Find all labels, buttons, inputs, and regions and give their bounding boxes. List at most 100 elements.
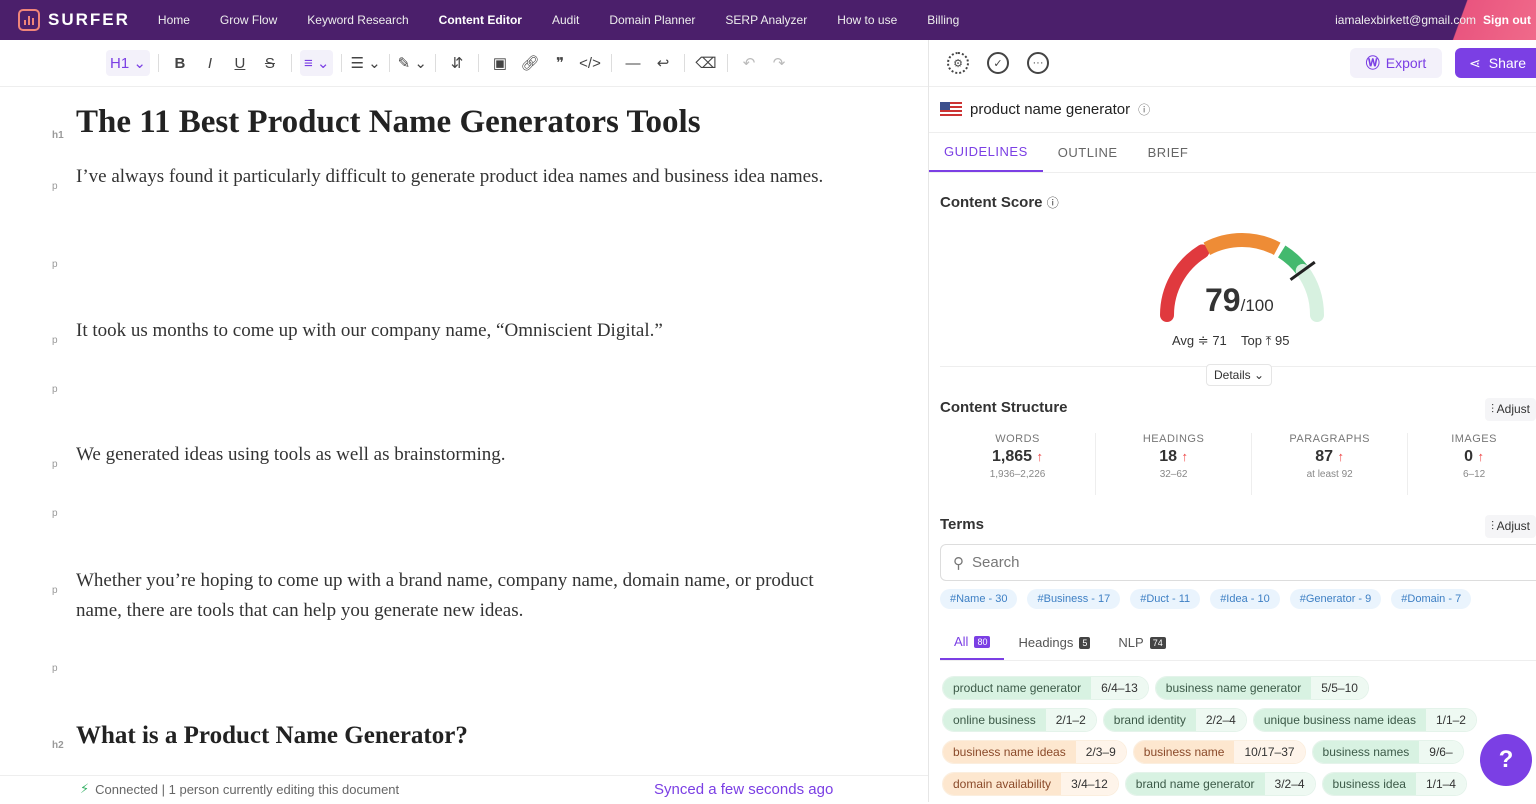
guidelines-panel: ⚙ ✓ ··· ⓌExport ⋖Share product name gene… [929,40,1536,802]
terms-tab-headings[interactable]: Headings5 [1004,625,1104,660]
topic-chip[interactable]: #Business - 17 [1027,589,1120,609]
term-chip[interactable]: unique business name ideas1/1–2 [1253,708,1477,732]
document-editor[interactable]: h1The 11 Best Product Name Generators To… [0,87,928,775]
tab-guidelines[interactable]: GUIDELINES [929,133,1043,172]
more-icon[interactable]: ··· [1027,52,1049,74]
image-icon: ▣ [493,54,507,72]
term-chip[interactable]: business names9/6– [1312,740,1464,764]
details-button[interactable]: Details ⌄ [1206,364,1272,386]
paragraph[interactable]: pWe generated ideas using tools as well … [76,440,836,470]
user-email: iamalexbirkett@gmail.com [1335,13,1476,27]
line-height-button[interactable]: ⇵ [444,50,470,76]
paragraph[interactable]: pI’ve always found it particularly diffi… [76,162,836,192]
divider [158,54,159,72]
topic-chip[interactable]: #Idea - 10 [1210,589,1280,609]
terms-tab-nlp[interactable]: NLP74 [1104,625,1179,660]
term-name: product name generator [943,677,1091,699]
block-tag: h2 [52,731,64,761]
tab-label: Headings [1018,635,1073,650]
code-button[interactable]: </> [577,50,603,76]
paragraph[interactable]: pWhether you’re hoping to come up with a… [76,566,836,626]
topic-chip[interactable]: #Name - 30 [940,589,1017,609]
tab-brief[interactable]: BRIEF [1133,133,1204,172]
nav-domain-planner[interactable]: Domain Planner [609,13,695,27]
link-button[interactable]: 🔗︎ [517,50,543,76]
term-count: 3/2–4 [1265,773,1315,795]
term-chip[interactable]: product name generator6/4–13 [942,676,1149,700]
editor-toolbar: H1 ⌄ B I U S ≡ ⌄ ☰ ⌄ ✎ ⌄ ⇵ ▣ 🔗︎ ❞ </> — … [0,40,928,87]
italic-button[interactable]: I [197,50,223,76]
arrow-up-icon: ↑ [1478,449,1485,464]
count-badge: 80 [974,636,990,648]
block-text: What is a Product Name Generator? [76,722,468,749]
info-icon[interactable]: ⓘ [1138,101,1150,118]
term-chip[interactable]: domain availability3/4–12 [942,772,1119,796]
nav-serp-analyzer[interactable]: SERP Analyzer [725,13,807,27]
redo-button[interactable]: ↷ [766,50,792,76]
terms-tab-all[interactable]: All80 [940,625,1004,660]
lightning-icon: ⚡︎ [80,781,89,797]
paragraph[interactable]: pIt took us months to come up with our c… [76,316,836,346]
brand-name: SURFER [48,10,130,30]
heading-1[interactable]: h1The 11 Best Product Name Generators To… [76,107,836,137]
nav-content-editor[interactable]: Content Editor [439,13,522,27]
gauge-red [1167,251,1202,315]
topic-chip[interactable]: #Generator - 9 [1290,589,1382,609]
adjust-structure-button[interactable]: ⫶ Adjust [1485,398,1536,421]
term-chip[interactable]: business idea1/1–4 [1322,772,1467,796]
top-label: Top [1241,333,1262,348]
avg-label: Avg [1172,333,1194,348]
heading-label: H1 [110,55,129,72]
stat-range: 32–62 [1096,469,1251,480]
term-name: business name ideas [943,741,1076,763]
avg-icon: ≑ [1198,333,1209,348]
topic-chip[interactable]: #Domain - 7 [1391,589,1471,609]
image-button[interactable]: ▣ [487,50,513,76]
quote-button[interactable]: ❞ [547,50,573,76]
heading-select[interactable]: H1 ⌄ [106,50,150,76]
term-chip[interactable]: business name ideas2/3–9 [942,740,1127,764]
line-break-button[interactable]: ↩ [650,50,676,76]
tab-outline[interactable]: OUTLINE [1043,133,1133,172]
export-button[interactable]: ⓌExport [1350,48,1442,78]
horizontal-rule-button[interactable]: — [620,50,646,76]
share-button[interactable]: ⋖Share [1455,48,1536,78]
adjust-terms-button[interactable]: ⫶ Adjust [1485,515,1536,538]
stat-range: 6–12 [1408,469,1536,480]
us-flag-icon [940,102,962,117]
term-chip[interactable]: online business2/1–2 [942,708,1097,732]
nav-billing[interactable]: Billing [927,13,959,27]
code-icon: </> [579,55,601,72]
term-chip[interactable]: business name10/17–37 [1133,740,1306,764]
topic-chip[interactable]: #Duct - 11 [1130,589,1200,609]
nav-home[interactable]: Home [158,13,190,27]
underline-button[interactable]: U [227,50,253,76]
term-chip[interactable]: brand identity2/2–4 [1103,708,1247,732]
stat-value: 87 [1315,448,1333,465]
terms-search-input[interactable]: ⚲Search [940,544,1536,581]
nav-audit[interactable]: Audit [552,13,579,27]
term-chip[interactable]: brand name generator3/2–4 [1125,772,1316,796]
undo-button[interactable]: ↶ [736,50,762,76]
undo-icon: ↶ [743,54,756,72]
info-icon[interactable]: ⓘ [1047,196,1059,210]
bold-button[interactable]: B [167,50,193,76]
stat-label: WORDS [940,433,1095,445]
settings-icon[interactable]: ⚙ [947,52,969,74]
surfer-logo[interactable]: SURFER [18,9,130,31]
term-count: 1/1–2 [1426,709,1476,731]
list-select[interactable]: ☰ ⌄ [350,50,380,76]
nav-keyword-research[interactable]: Keyword Research [307,13,408,27]
strikethrough-button[interactable]: S [257,50,283,76]
help-button[interactable]: ? [1480,734,1532,786]
sign-out-link[interactable]: Sign out [1483,13,1531,27]
check-circle-icon[interactable]: ✓ [987,52,1009,74]
heading-2[interactable]: h2What is a Product Name Generator? [76,721,836,751]
clear-format-button[interactable]: ⌫ [693,50,719,76]
align-select[interactable]: ≡ ⌄ [300,50,334,76]
nav-grow-flow[interactable]: Grow Flow [220,13,277,27]
block-tag: p [52,375,58,405]
nav-how-to-use[interactable]: How to use [837,13,897,27]
term-chip[interactable]: business name generator5/5–10 [1155,676,1369,700]
highlight-select[interactable]: ✎ ⌄ [398,50,427,76]
